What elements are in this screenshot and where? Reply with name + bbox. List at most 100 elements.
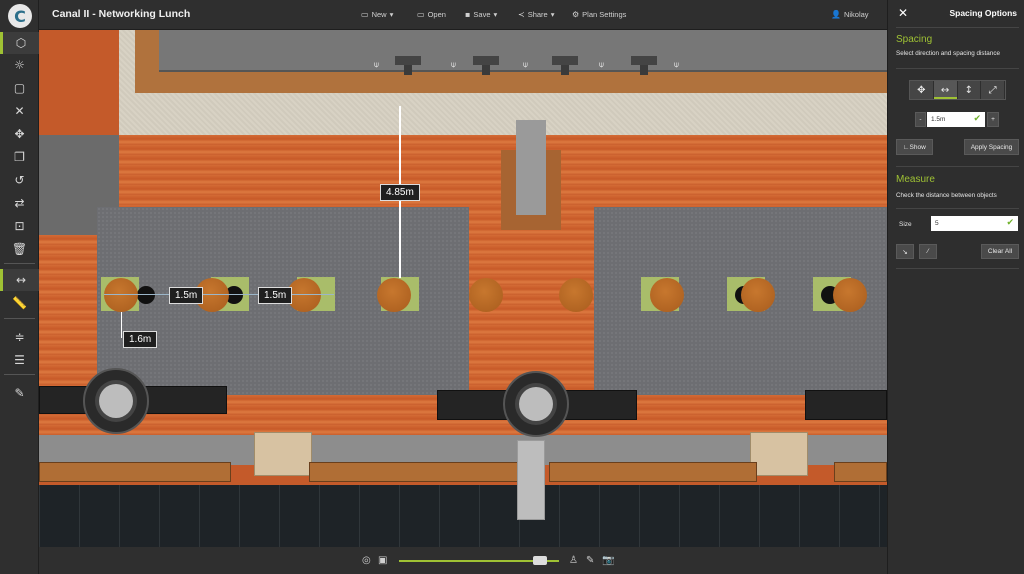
lamp-icon: ⍦ <box>374 60 379 69</box>
crate <box>254 432 312 476</box>
show-button[interactable]: ∟ Show <box>896 139 933 155</box>
size-input[interactable]: 5 ✔ <box>931 216 1018 231</box>
measure-label-h1[interactable]: 1.5m <box>169 287 204 304</box>
toolbar-divider <box>4 263 35 264</box>
save-icon: ▪ <box>465 10 471 19</box>
copy-icon[interactable]: ❐ <box>0 146 39 168</box>
view-2d-icon[interactable]: ▣ <box>378 555 387 566</box>
trash-icon[interactable]: 🗑 <box>0 238 39 260</box>
spacing-distance-input[interactable]: 1.5m ✔ <box>927 112 985 127</box>
increment-button[interactable]: + <box>987 112 999 127</box>
close-icon[interactable]: ✕ <box>898 6 908 20</box>
zoom-slider-handle[interactable] <box>533 556 547 565</box>
direction-buttons: ✥ ↔ ↕ ⤢ <box>909 80 1006 100</box>
round-table[interactable] <box>469 278 503 312</box>
pillar-column <box>516 120 546 215</box>
measure-label-diag[interactable]: 1.6m <box>123 331 158 348</box>
stage-fixture <box>552 56 578 75</box>
round-table[interactable] <box>559 278 593 312</box>
edit-icon[interactable]: ✎ <box>0 382 39 404</box>
close-icon[interactable]: ✕ <box>0 100 39 122</box>
size-value: 5 <box>935 220 939 227</box>
open-label: Open <box>427 10 446 19</box>
floor-plan-canvas[interactable]: ⍦ ⍦ ⍦ ⍦ ⍦ 4.85m 1.5m 1.5m 1.6m <box>39 30 887 547</box>
measure-tool-icon[interactable]: ↘ <box>896 244 914 259</box>
measure-label-h2[interactable]: 1.5m <box>258 287 293 304</box>
spacing-options-panel: ✕ Spacing Options Spacing Select directi… <box>887 0 1024 574</box>
buffet-console[interactable] <box>805 390 887 420</box>
sun-icon[interactable]: ☼ <box>0 54 39 76</box>
decrement-button[interactable]: - <box>915 112 926 127</box>
walkway <box>517 440 545 520</box>
divider <box>896 27 1019 28</box>
frame-icon[interactable]: ▢ <box>0 77 39 99</box>
swap-icon[interactable]: ⇄ <box>0 192 39 214</box>
spacing-icon[interactable]: ↔ <box>0 269 39 291</box>
horizontal-icon[interactable]: ↔ <box>933 81 958 99</box>
divider <box>896 68 1019 69</box>
move-icon[interactable]: ✥ <box>0 123 39 145</box>
target-icon[interactable]: ◎ <box>362 555 371 566</box>
stage-fixture <box>395 56 421 75</box>
clear-all-button[interactable]: Clear All <box>981 244 1019 259</box>
vertical-icon[interactable]: ↕ <box>957 81 982 99</box>
camera-icon[interactable]: 📷 <box>602 555 614 566</box>
apply-spacing-button[interactable]: Apply Spacing <box>964 139 1019 155</box>
buffet-station[interactable] <box>503 371 569 437</box>
plan-settings-menu[interactable]: ⚙ Plan Settings <box>572 10 626 19</box>
new-label: New <box>371 10 387 19</box>
chair <box>137 286 155 304</box>
caret-down-icon: ▾ <box>550 10 555 19</box>
spacing-title: Spacing <box>896 34 933 45</box>
round-table[interactable] <box>377 278 411 312</box>
toolbar-divider <box>4 318 35 319</box>
user-menu[interactable]: 👤 Nikolay <box>831 10 869 19</box>
bench <box>309 462 543 482</box>
undo-icon[interactable]: ↺ <box>0 169 39 191</box>
person-icon[interactable]: ♙ <box>569 555 578 566</box>
plan-settings-label: Plan Settings <box>582 10 627 19</box>
pen-icon[interactable]: ✎ <box>586 555 594 566</box>
spacing-value: 1.5m <box>931 116 946 123</box>
caret-down-icon: ▾ <box>389 10 394 19</box>
check-icon: ✔ <box>1006 218 1014 228</box>
left-toolbar: C ⬡ ☼ ▢ ✕ ✥ ❐ ↺ ⇄ ⊡ 🗑 ↔ 📏 ≑ ☰ ✎ <box>0 0 39 574</box>
round-table[interactable] <box>833 278 867 312</box>
ruler-tool-icon[interactable]: ⁄ <box>919 244 937 259</box>
measure-title: Measure <box>896 174 935 185</box>
top-bar: Canal II - Networking Lunch ▭ New ▾ ▭ Open … <box>39 0 887 30</box>
lamp-icon: ⍦ <box>674 60 679 69</box>
measure-label-vertical[interactable]: 4.85m <box>380 184 420 201</box>
bench <box>834 462 887 482</box>
share-menu[interactable]: ≺ Share ▾ <box>518 10 554 19</box>
resize-icon[interactable]: ⊡ <box>0 215 39 237</box>
divider <box>896 268 1019 269</box>
buffet-station[interactable] <box>83 368 149 434</box>
gear-icon: ⚙ <box>572 10 580 19</box>
app-logo[interactable]: C <box>8 4 32 28</box>
bottom-bar: ◎ ▣ ♙ ✎ 📷 <box>39 547 887 574</box>
file-icon: ▭ <box>361 10 369 19</box>
round-table[interactable] <box>650 278 684 312</box>
lamp-icon: ⍦ <box>451 60 456 69</box>
round-table[interactable] <box>741 278 775 312</box>
size-label: Size <box>899 221 912 228</box>
lamp-icon: ⍦ <box>523 60 528 69</box>
align-center-icon[interactable]: ≑ <box>0 326 39 348</box>
round-table[interactable] <box>104 278 138 312</box>
new-menu[interactable]: ▭ New ▾ <box>361 10 393 19</box>
diagonal-icon[interactable]: ⤢ <box>981 81 1005 99</box>
move-all-icon[interactable]: ✥ <box>910 81 934 99</box>
toolbar-divider <box>4 374 35 375</box>
open-menu[interactable]: ▭ Open <box>417 10 446 19</box>
user-name: Nikolay <box>843 10 869 19</box>
distribute-icon[interactable]: ☰ <box>0 349 39 371</box>
divider <box>896 166 1019 167</box>
measure-desc: Check the distance between objects <box>896 192 997 199</box>
cube-icon[interactable]: ⬡ <box>0 32 39 54</box>
save-label: Save <box>473 10 491 19</box>
ruler-icon[interactable]: 📏 <box>0 292 39 314</box>
bench <box>39 462 231 482</box>
save-menu[interactable]: ▪ Save ▾ <box>465 10 497 19</box>
panel-title: Spacing Options <box>949 8 1017 18</box>
